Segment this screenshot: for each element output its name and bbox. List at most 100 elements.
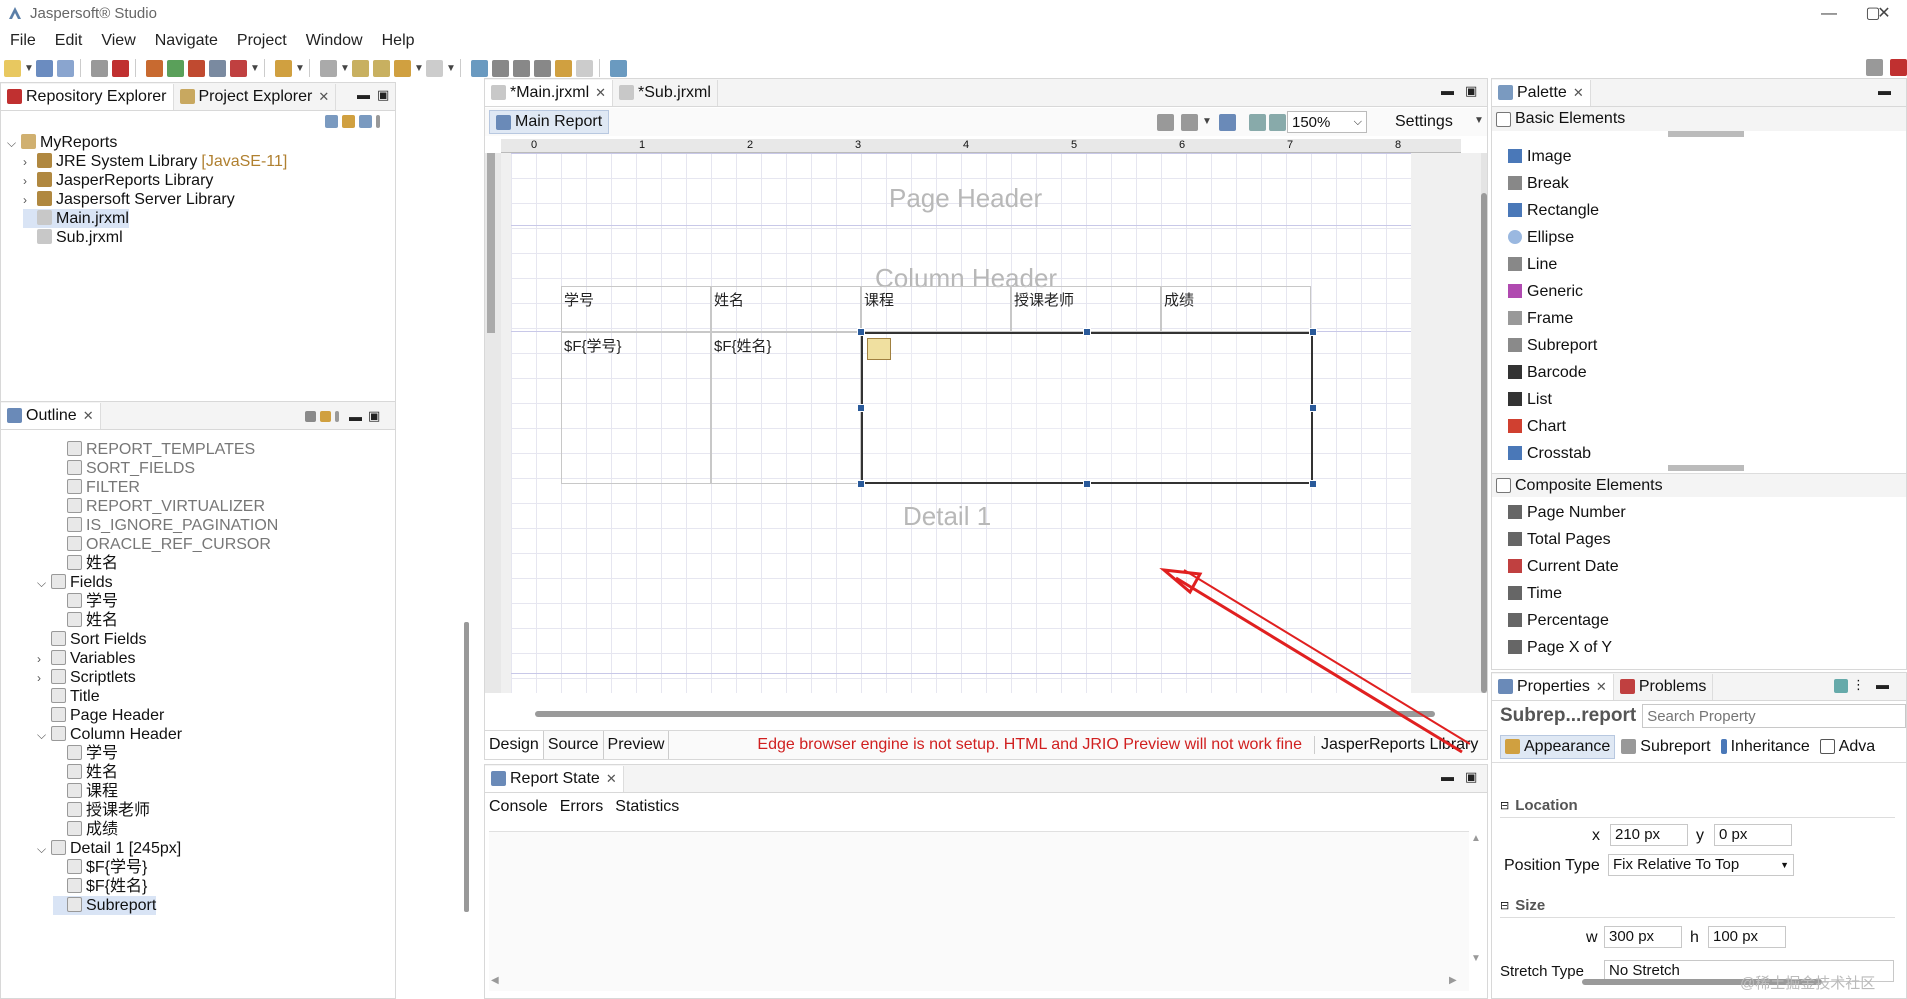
resize-handle[interactable] <box>1309 328 1317 336</box>
resize-handle[interactable] <box>857 404 865 412</box>
outline-item[interactable]: ORACLE_REF_CURSOR <box>53 535 271 554</box>
menu-file[interactable]: File <box>10 32 36 50</box>
tree-item[interactable]: › JasperReports Library <box>23 171 213 190</box>
dropdown-arrow-icon[interactable]: ▼ <box>340 63 350 74</box>
scroll-left-icon[interactable]: ◀ <box>491 975 499 986</box>
menu-view[interactable]: View <box>101 32 135 50</box>
minimize-icon[interactable]: ▬ <box>357 87 370 102</box>
forward-edit-icon[interactable] <box>373 59 390 77</box>
dropdown-arrow-icon[interactable]: ▼ <box>414 63 424 74</box>
outline-item[interactable]: SORT_FIELDS <box>53 459 195 478</box>
scroll-right-icon[interactable]: ▶ <box>1449 975 1457 986</box>
tree-twisty-icon[interactable]: › <box>23 191 37 210</box>
outline-item[interactable]: ⌵ Detail 1 [245px] <box>37 839 181 858</box>
outline-item[interactable]: ⌵ Column Header <box>37 725 182 744</box>
outline-item[interactable]: › Variables <box>37 649 136 668</box>
palette-scroll-up[interactable] <box>1668 131 1744 137</box>
outline-item[interactable]: 学号 <box>53 592 118 611</box>
outline-item[interactable]: $F{姓名} <box>53 877 147 896</box>
column-header-cell[interactable]: 成绩 <box>1161 286 1311 332</box>
close-icon[interactable]: ✕ <box>1573 85 1584 101</box>
resize-handle[interactable] <box>1083 328 1091 336</box>
maximize-icon[interactable]: ▣ <box>1465 769 1477 785</box>
tab-inheritance[interactable]: Inheritance <box>1720 738 1810 756</box>
settings-button[interactable]: Settings <box>1395 113 1453 131</box>
palette-item-chart[interactable]: Chart <box>1508 413 1599 440</box>
column-header-cell[interactable]: 学号 <box>561 286 711 332</box>
menu-navigate[interactable]: Navigate <box>155 32 218 50</box>
resize-handle[interactable] <box>1083 480 1091 488</box>
dropdown-arrow-icon[interactable]: ▼ <box>446 63 456 74</box>
tab-main-jrxml[interactable]: *Main.jrxml ✕ <box>485 79 614 106</box>
resize-handle[interactable] <box>857 480 865 488</box>
page-icon[interactable] <box>1219 114 1236 131</box>
outline-item[interactable]: $F{学号} <box>53 858 147 877</box>
composite-elements-header[interactable]: Composite Elements <box>1492 473 1906 497</box>
location-section-header[interactable]: ⊟ Location <box>1500 797 1900 814</box>
canvas-hscroll[interactable] <box>535 711 1435 717</box>
outline-item[interactable]: IS_IGNORE_PAGINATION <box>53 516 278 535</box>
zoom-combo[interactable]: 150% ⌵ <box>1287 111 1367 133</box>
palette-item-subreport[interactable]: Subreport <box>1508 332 1599 359</box>
tree-twisty-icon[interactable]: › <box>23 172 37 191</box>
tree-twisty-icon[interactable]: ⌵ <box>37 726 51 745</box>
outline-item[interactable]: 姓名 <box>53 763 118 782</box>
view-menu-icon[interactable]: ⋮ <box>1852 677 1865 693</box>
build-icon[interactable] <box>167 59 184 77</box>
palette-item-total-pages[interactable]: Total Pages <box>1508 526 1626 553</box>
palette-item-frame[interactable]: Frame <box>1508 305 1599 332</box>
dropdown-arrow-icon[interactable]: ▼ <box>1474 115 1484 126</box>
minimize-icon[interactable]: ▬ <box>1876 677 1889 692</box>
palette-item-list[interactable]: List <box>1508 386 1599 413</box>
outline-scrollbar[interactable] <box>464 622 469 912</box>
perspective-icon[interactable] <box>1866 59 1883 76</box>
detail-field-cell[interactable]: $F{姓名} <box>711 332 861 484</box>
tab-repository-explorer[interactable]: Repository Explorer <box>1 83 174 110</box>
tree-item[interactable]: Main.jrxml <box>23 209 129 228</box>
minimize-icon[interactable]: ▬ <box>1878 83 1891 98</box>
outline-item[interactable]: › Scriptlets <box>37 668 136 687</box>
outline-item[interactable]: 姓名 <box>53 554 118 573</box>
canvas-vscroll[interactable] <box>1481 153 1487 693</box>
close-icon[interactable]: ✕ <box>595 85 606 101</box>
tree-twisty-icon[interactable]: ⌵ <box>37 840 51 859</box>
palette-item-break[interactable]: Break <box>1508 170 1599 197</box>
dropdown-arrow-icon[interactable]: ▼ <box>295 63 305 74</box>
basic-elements-header[interactable]: Basic Elements <box>1492 107 1906 131</box>
y-input[interactable]: 0 px <box>1714 824 1792 846</box>
palette-item-line[interactable]: Line <box>1508 251 1599 278</box>
dropdown-arrow-icon[interactable]: ▼ <box>24 63 34 74</box>
tree-item[interactable]: ⌵ MyReports <box>7 133 117 152</box>
tab-statistics[interactable]: Statistics <box>615 798 679 816</box>
band-view-icon[interactable] <box>1157 114 1174 131</box>
link-editor-icon[interactable] <box>342 115 355 128</box>
tab-source[interactable]: Source <box>544 731 604 759</box>
palette-item-crosstab[interactable]: Crosstab <box>1508 440 1599 467</box>
column-header-cell[interactable]: 课程 <box>861 286 1011 332</box>
tab-design[interactable]: Design <box>485 731 544 759</box>
palette-item-barcode[interactable]: Barcode <box>1508 359 1599 386</box>
close-icon[interactable]: ✕ <box>318 89 329 105</box>
publish-icon[interactable] <box>188 59 205 77</box>
dropdown-arrow-icon[interactable]: ▼ <box>250 63 260 74</box>
detail-field-cell[interactable]: $F{学号} <box>561 332 711 484</box>
tab-appearance[interactable]: Appearance <box>1500 734 1616 759</box>
last-edit-icon[interactable] <box>352 59 369 77</box>
tab-problems[interactable]: Problems <box>1614 673 1714 700</box>
layout-icon[interactable] <box>492 59 509 77</box>
view-menu-icon[interactable] <box>376 115 380 128</box>
zoom-out-icon[interactable] <box>1269 114 1286 131</box>
maximize-icon[interactable]: ▣ <box>368 408 380 424</box>
pin-icon[interactable] <box>1834 679 1848 693</box>
outline-item[interactable]: REPORT_TEMPLATES <box>53 440 255 459</box>
server-icon[interactable] <box>209 59 226 77</box>
zoom-in-icon[interactable] <box>1249 114 1266 131</box>
close-window-button[interactable]: ✕ <box>1861 2 1907 26</box>
tree-twisty-icon[interactable]: › <box>37 650 51 669</box>
outline-item[interactable]: ⌵ Fields <box>37 573 113 592</box>
wizard-icon[interactable] <box>275 59 292 77</box>
column-header-cell[interactable]: 授课老师 <box>1011 286 1161 332</box>
menu-edit[interactable]: Edit <box>55 32 83 50</box>
h-input[interactable]: 100 px <box>1708 926 1786 948</box>
minimize-icon[interactable]: ▬ <box>1441 83 1454 98</box>
